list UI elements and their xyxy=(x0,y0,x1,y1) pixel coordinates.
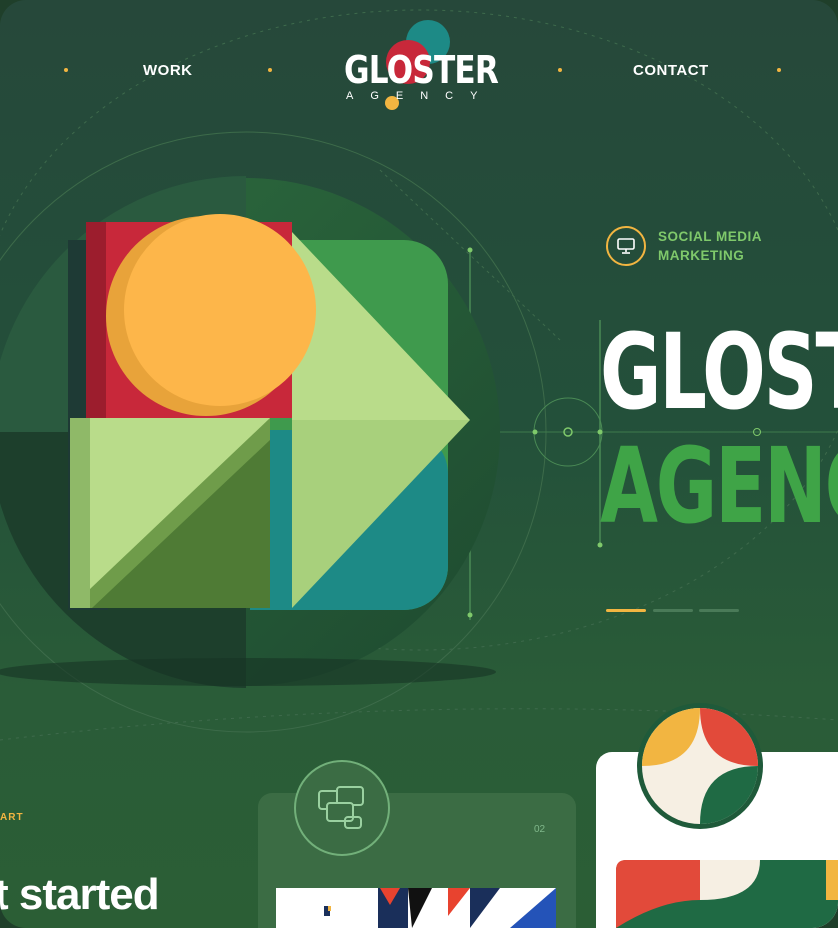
brand-emblem xyxy=(616,703,838,928)
page-frame: WORK CONTACT GLOSTER AGENCY SOCIAL MEDIA… xyxy=(0,0,838,928)
